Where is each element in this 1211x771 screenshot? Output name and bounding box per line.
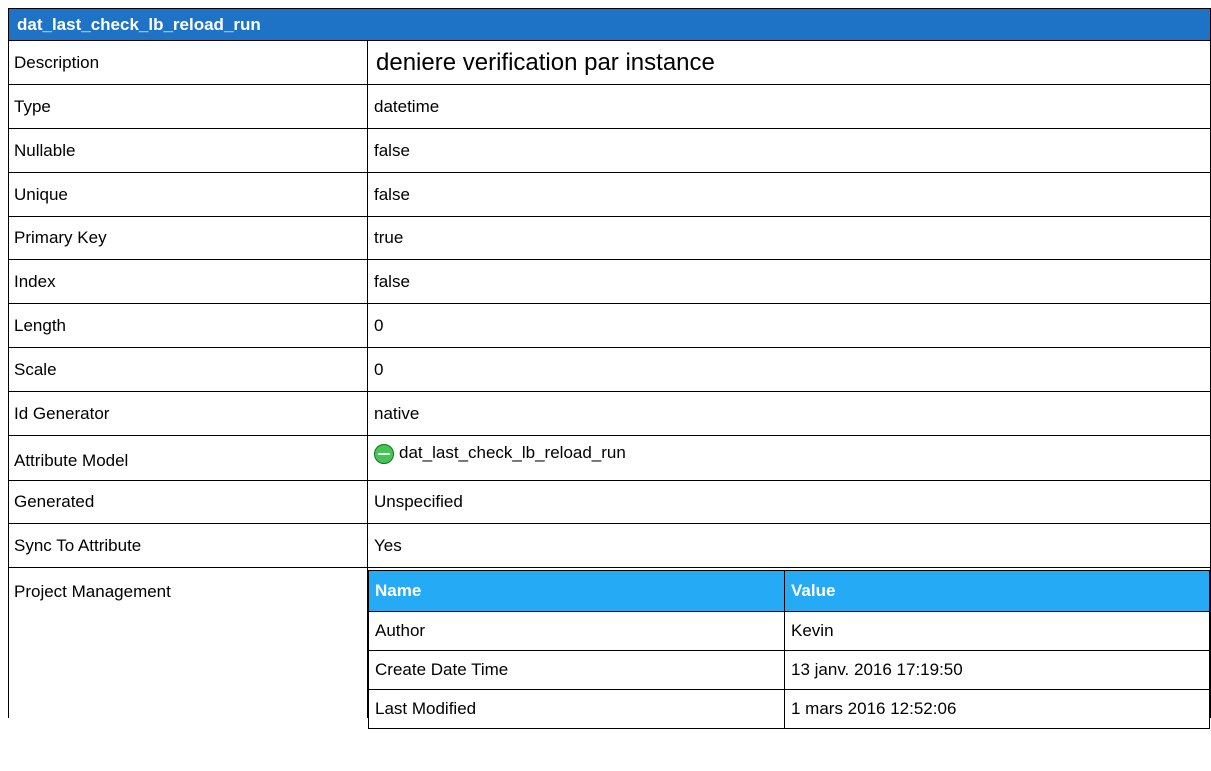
property-label: Id Generator (9, 392, 368, 435)
property-label: Project Management (9, 568, 368, 718)
property-label: Primary Key (9, 217, 368, 259)
table-row: Last Modified 1 mars 2016 12:52:06 (368, 689, 1210, 729)
property-row-unique: Unique false (8, 173, 1211, 217)
property-value: false (374, 140, 410, 160)
property-label: Generated (9, 481, 368, 523)
column-header-name: Name (368, 570, 785, 612)
property-value: native (374, 403, 420, 423)
property-value: false (374, 184, 410, 204)
property-label: Length (9, 304, 368, 347)
table-cell: Last Modified (368, 689, 785, 729)
property-value: datetime (374, 96, 440, 116)
attribute-title: dat_last_check_lb_reload_run (17, 14, 261, 34)
property-row-id-generator: Id Generator native (8, 392, 1211, 436)
attribute-title-bar: dat_last_check_lb_reload_run (8, 8, 1211, 41)
property-row-index: Index false (8, 260, 1211, 304)
property-label: Scale (9, 348, 368, 391)
property-row-sync-to-attribute: Sync To Attribute Yes (8, 524, 1211, 568)
table-cell: 1 mars 2016 12:52:06 (784, 689, 1210, 729)
property-row-description: Description deniere verification par ins… (8, 41, 1211, 85)
table-cell: 13 janv. 2016 17:19:50 (784, 650, 1210, 690)
property-value: false (374, 271, 410, 291)
property-value: 0 (374, 359, 384, 379)
property-row-nullable: Nullable false (8, 129, 1211, 173)
property-label: Description (9, 41, 368, 84)
property-row-scale: Scale 0 (8, 348, 1211, 392)
property-value: Yes (374, 535, 402, 555)
property-label: Unique (9, 173, 368, 216)
table-row: Author Kevin (368, 611, 1210, 651)
property-row-primary-key: Primary Key true (8, 217, 1211, 260)
property-row-length: Length 0 (8, 304, 1211, 348)
property-row-generated: Generated Unspecified (8, 481, 1211, 524)
property-value: Unspecified (374, 492, 463, 511)
property-value: deniere verification par instance (376, 48, 715, 76)
attribute-details: dat_last_check_lb_reload_run Description… (8, 8, 1211, 729)
table-row: Create Date Time 13 janv. 2016 17:19:50 (368, 650, 1210, 690)
property-label: Type (9, 85, 368, 128)
column-header-value: Value (784, 570, 1210, 612)
property-label: Nullable (9, 129, 368, 172)
table-cell: Create Date Time (368, 650, 785, 690)
project-management-cell: Name Value Author Kevin Create Date Time… (368, 568, 1210, 729)
property-value: true (374, 228, 404, 247)
property-label: Sync To Attribute (9, 524, 368, 567)
property-value: 0 (374, 315, 384, 335)
property-row-project-management: Project Management Name Value Author Kev… (8, 568, 1211, 729)
table-cell: Author (368, 611, 785, 651)
project-management-table: Name Value Author Kevin Create Date Time… (368, 570, 1210, 729)
property-row-attribute-model: Attribute Model dat_last_check_lb_reload… (8, 436, 1211, 481)
property-row-type: Type datetime (8, 85, 1211, 129)
table-cell: Kevin (784, 611, 1210, 651)
entity-icon (374, 444, 394, 464)
property-label: Attribute Model (9, 436, 368, 480)
property-label: Index (9, 260, 368, 303)
attribute-model-link[interactable]: dat_last_check_lb_reload_run (399, 443, 626, 463)
table-header-row: Name Value (368, 570, 1210, 612)
property-value: dat_last_check_lb_reload_run (368, 436, 1210, 480)
